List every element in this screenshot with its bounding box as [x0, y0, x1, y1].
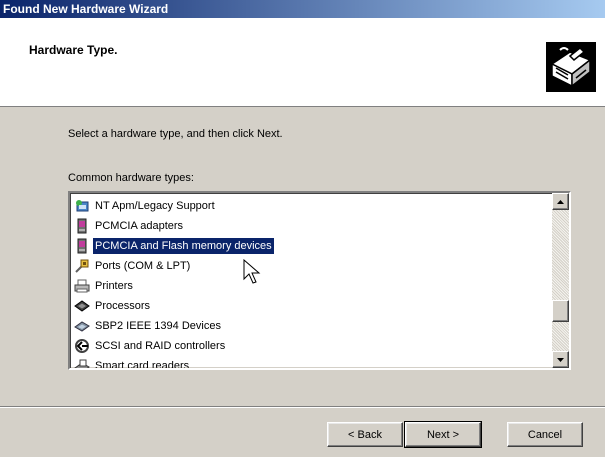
vertical-scrollbar[interactable] [552, 193, 569, 368]
arrow-up-icon [557, 199, 564, 204]
smart-card-icon [74, 358, 90, 368]
list-item[interactable]: PCMCIA and Flash memory devices [74, 236, 550, 256]
list-item[interactable]: SCSI and RAID controllers [74, 336, 550, 356]
list-item-label: SCSI and RAID controllers [95, 340, 226, 352]
scroll-down-button[interactable] [552, 351, 569, 368]
arrow-down-icon [557, 357, 564, 362]
window-title: Found New Hardware Wizard [0, 0, 605, 18]
processor-icon [74, 298, 90, 314]
list-item-label: Printers [95, 280, 133, 292]
pcmcia-flash-icon [74, 238, 90, 254]
list-item-label: Processors [95, 300, 151, 312]
list-item[interactable]: Printers [74, 276, 550, 296]
list-item[interactable]: SBP2 IEEE 1394 Devices [74, 316, 550, 336]
ieee1394-icon [74, 318, 90, 334]
wizard-header: Hardware Type. [0, 18, 605, 107]
instruction-text: Select a hardware type, and then click N… [68, 128, 283, 140]
list-item[interactable]: Smart card readers [74, 356, 550, 368]
back-button[interactable]: < Back [327, 422, 403, 447]
port-icon [74, 258, 90, 274]
list-item-label: NT Apm/Legacy Support [95, 200, 215, 212]
list-item-label: SBP2 IEEE 1394 Devices [95, 320, 221, 332]
pcmcia-adapter-icon [74, 218, 90, 234]
scroll-thumb[interactable] [552, 300, 569, 322]
footer-separator [0, 406, 605, 408]
list-item[interactable]: NT Apm/Legacy Support [74, 196, 550, 216]
wizard-window: Found New Hardware Wizard Hardware Type.… [0, 0, 605, 457]
hardware-types-label: Common hardware types: [68, 172, 194, 184]
page-title: Hardware Type. [29, 43, 118, 57]
list-item-label: Ports (COM & LPT) [95, 260, 191, 272]
next-button[interactable]: Next > [404, 421, 482, 448]
list-item-label: PCMCIA adapters [95, 220, 184, 232]
scroll-up-button[interactable] [552, 193, 569, 210]
list-item[interactable]: Ports (COM & LPT) [74, 256, 550, 276]
hardware-types-list[interactable]: NT Apm/Legacy Support PCMCIA adapters PCMC… [68, 191, 571, 370]
hardware-wizard-icon [546, 42, 596, 92]
list-item[interactable]: Processors [74, 296, 550, 316]
cancel-button[interactable]: Cancel [507, 422, 583, 447]
mouse-cursor-icon [243, 259, 261, 284]
list-item-label: PCMCIA and Flash memory devices [93, 238, 274, 254]
scsi-icon [74, 338, 90, 354]
printer-icon [74, 278, 90, 294]
list-item-label: Smart card readers [95, 360, 190, 368]
list-item[interactable]: PCMCIA adapters [74, 216, 550, 236]
nt-apm-icon [74, 198, 90, 214]
